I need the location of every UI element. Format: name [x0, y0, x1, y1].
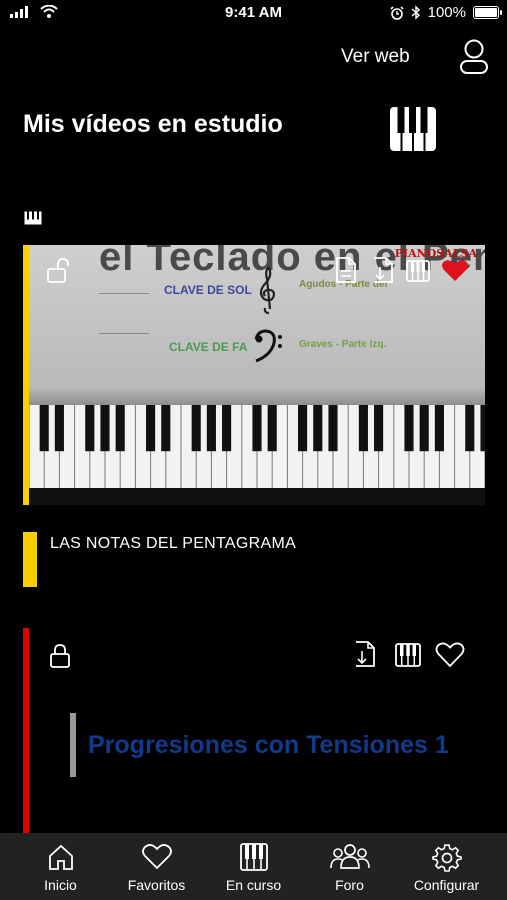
battery-fill	[475, 8, 497, 17]
black-key	[404, 405, 414, 452]
battery-percent: 100%	[427, 4, 466, 21]
black-key	[146, 405, 156, 452]
lock-icon[interactable]	[49, 643, 71, 669]
black-key	[85, 405, 95, 452]
favorite-heart-icon[interactable]	[441, 259, 469, 283]
black-key	[465, 405, 475, 452]
treble-clef-icon	[259, 266, 276, 315]
piano-icon[interactable]	[406, 260, 430, 282]
tab-favoritos[interactable]: Favoritos	[106, 833, 207, 900]
title-accent-bar	[23, 532, 37, 587]
piano-icon[interactable]	[395, 643, 421, 667]
group-icon	[329, 844, 370, 869]
heart-icon[interactable]	[435, 642, 465, 668]
bass-clef-icon	[254, 329, 282, 363]
black-key	[434, 405, 444, 452]
heart-icon	[141, 844, 172, 870]
black-key	[328, 405, 338, 452]
battery-icon	[473, 6, 502, 19]
staff-line	[99, 293, 149, 294]
progress-divider	[70, 713, 76, 777]
alarm-icon	[390, 5, 404, 20]
page-title: Mis vídeos en estudio	[23, 110, 283, 138]
tab-foro[interactable]: Foro	[299, 833, 400, 900]
piano-icon	[390, 107, 436, 151]
clave-sol-label: CLAVE DE SOL	[164, 283, 252, 297]
download-file-icon[interactable]	[353, 641, 377, 667]
tab-inicio[interactable]: Inicio	[10, 833, 111, 900]
tab-bar: Inicio Favoritos En curso Foro Configura…	[0, 833, 507, 900]
tab-label: Configurar	[413, 877, 480, 893]
black-key	[100, 405, 110, 452]
black-key	[191, 405, 201, 452]
video-thumbnail[interactable]: el Teclado en el Pen PIANOSALSA CLAVE DE…	[29, 245, 485, 505]
piano-small-icon	[24, 211, 42, 225]
black-key	[267, 405, 277, 452]
piano-icon	[239, 843, 268, 871]
tab-en-curso[interactable]: En curso	[203, 833, 304, 900]
black-key	[39, 405, 49, 452]
clave-fa-label: CLAVE DE FA	[169, 340, 248, 354]
video-title-preview[interactable]: Progresiones con Tensiones 1	[88, 731, 449, 760]
black-key	[222, 405, 232, 452]
download-file-icon[interactable]	[371, 257, 395, 283]
bluetooth-icon	[411, 5, 420, 20]
staff-line	[99, 333, 149, 334]
card-accent-bar	[23, 628, 29, 833]
black-key	[374, 405, 384, 452]
hands-strip	[29, 488, 485, 505]
tab-label: Favoritos	[127, 877, 186, 893]
black-key	[358, 405, 368, 452]
black-key	[298, 405, 308, 452]
black-key	[480, 405, 485, 452]
status-right: 100%	[390, 4, 502, 21]
tab-label: Foro	[335, 877, 364, 893]
video-title[interactable]: LAS NOTAS DEL PENTAGRAMA	[50, 535, 296, 553]
black-key	[419, 405, 429, 452]
user-icon[interactable]	[456, 38, 492, 76]
unlock-icon[interactable]	[46, 258, 72, 284]
gear-icon	[431, 844, 462, 872]
graves-label: Graves - Parte Izq.	[299, 339, 387, 350]
keyboard-image	[29, 405, 485, 489]
black-key	[252, 405, 262, 452]
tab-label: Inicio	[44, 877, 77, 893]
status-bar: 9:41 AM 100%	[0, 0, 507, 26]
black-key	[206, 405, 216, 452]
home-icon	[48, 844, 73, 870]
document-icon[interactable]	[334, 257, 358, 283]
black-key	[161, 405, 171, 452]
black-key	[54, 405, 64, 452]
ver-web-link[interactable]: Ver web	[341, 46, 410, 68]
tab-configurar[interactable]: Configurar	[396, 833, 497, 900]
tab-label: En curso	[225, 877, 282, 893]
black-key	[115, 405, 125, 452]
black-key	[313, 405, 323, 452]
